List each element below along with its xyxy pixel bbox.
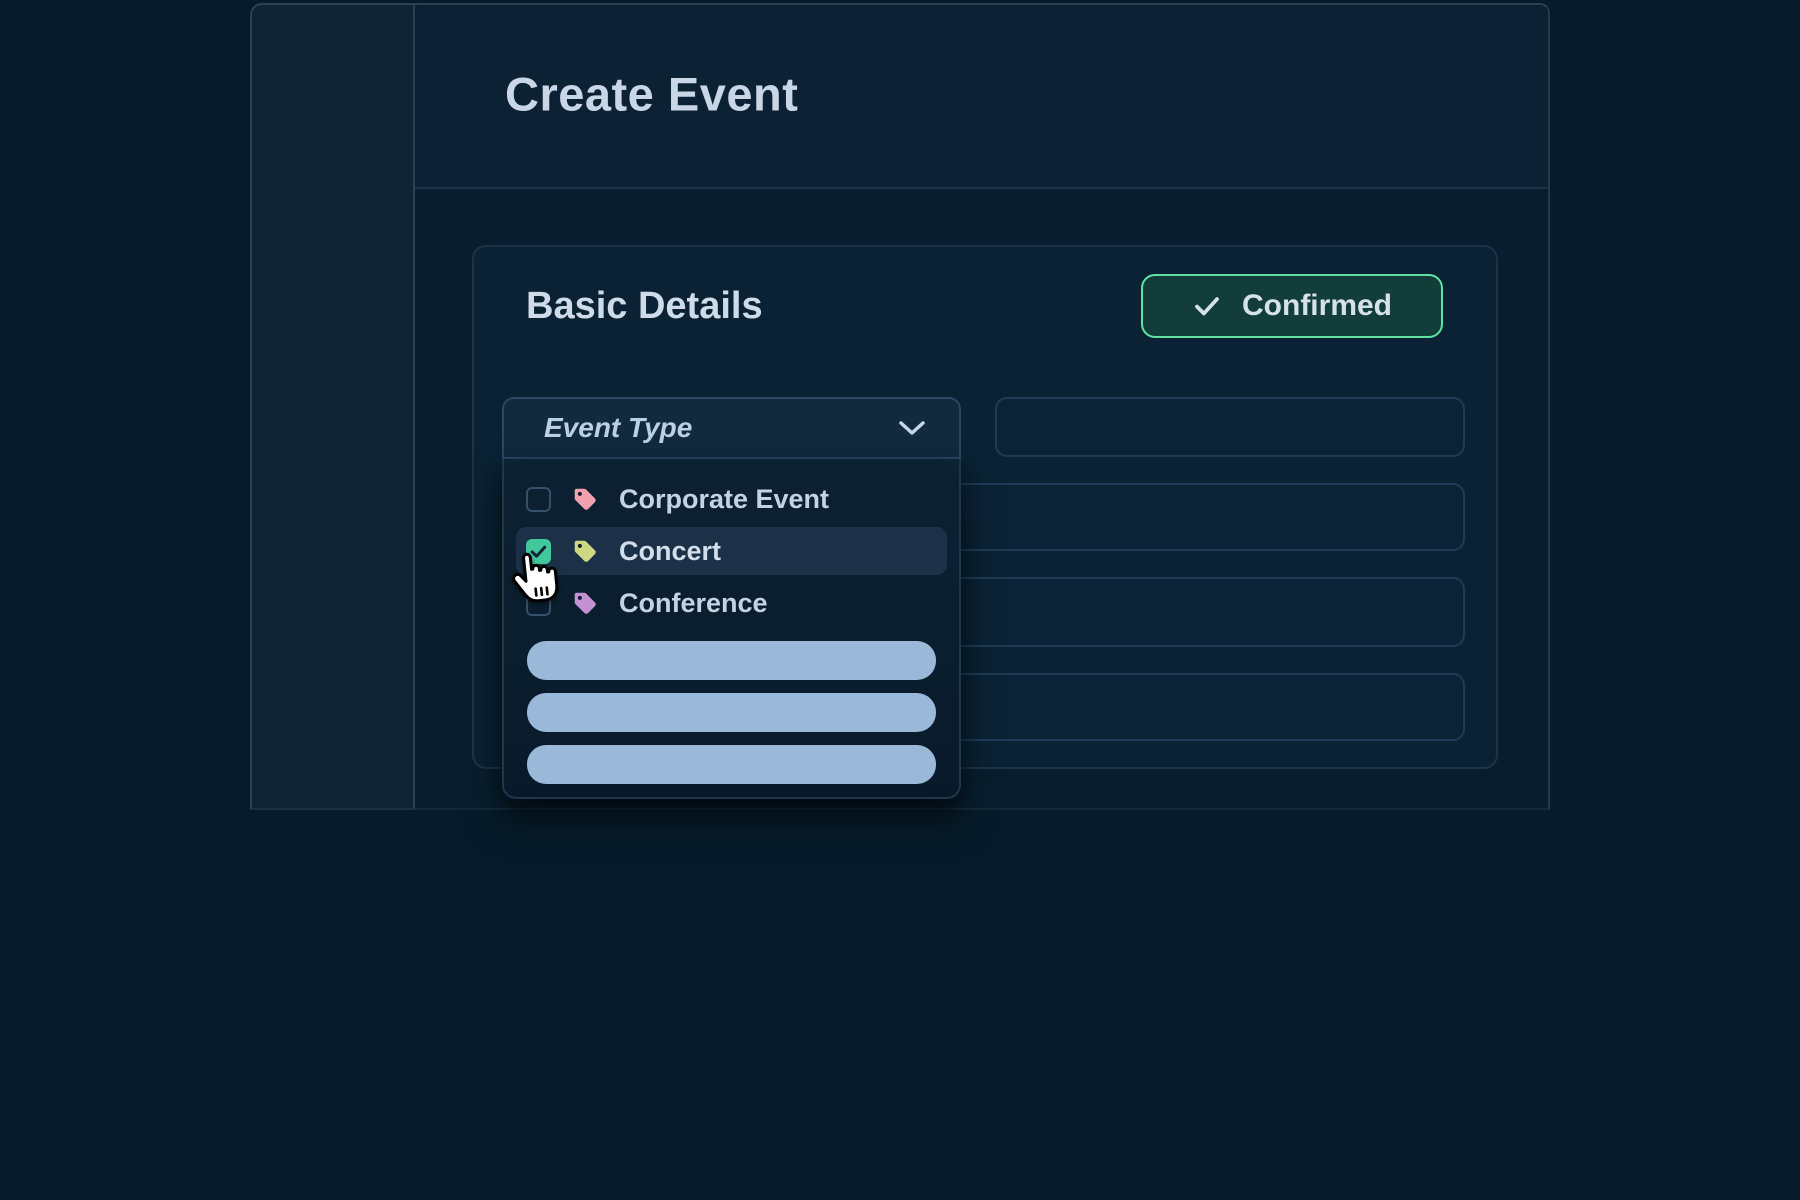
card-title: Basic Details — [526, 285, 763, 328]
page-header: Create Event — [415, 5, 1548, 189]
dropdown-option-label: Corporate Event — [619, 484, 829, 515]
tag-icon — [571, 589, 599, 617]
event-type-dropdown-panel: Corporate Event Concert — [502, 459, 961, 799]
chevron-down-icon — [897, 419, 927, 437]
tag-icon — [571, 485, 599, 513]
skeleton-row — [527, 641, 936, 680]
event-type-dropdown-label: Event Type — [544, 412, 692, 444]
input-field-1[interactable] — [995, 397, 1465, 457]
event-type-dropdown: Event Type Corporate Ev — [502, 397, 961, 799]
skeleton-row — [527, 693, 936, 732]
dropdown-option-concert[interactable]: Concert — [516, 527, 947, 575]
tag-icon — [571, 537, 599, 565]
cursor-pointer — [510, 549, 562, 610]
basic-details-card: Basic Details Confirmed Event Type — [472, 245, 1498, 769]
dropdown-option-label: Concert — [619, 536, 721, 567]
dropdown-option-conference[interactable]: Conference — [516, 579, 947, 627]
checkbox-unchecked[interactable] — [526, 487, 551, 512]
event-type-dropdown-trigger[interactable]: Event Type — [502, 397, 961, 459]
main-panel: Create Event Basic Details Confirmed Eve… — [415, 3, 1550, 810]
sidebar — [250, 3, 415, 810]
dropdown-option-corporate-event[interactable]: Corporate Event — [516, 475, 947, 523]
skeleton-row — [527, 745, 936, 784]
page-title: Create Event — [505, 66, 798, 121]
dropdown-option-label: Conference — [619, 588, 768, 619]
confirmed-button-label: Confirmed — [1242, 289, 1392, 323]
check-icon — [1192, 291, 1222, 321]
confirmed-button[interactable]: Confirmed — [1141, 274, 1443, 338]
